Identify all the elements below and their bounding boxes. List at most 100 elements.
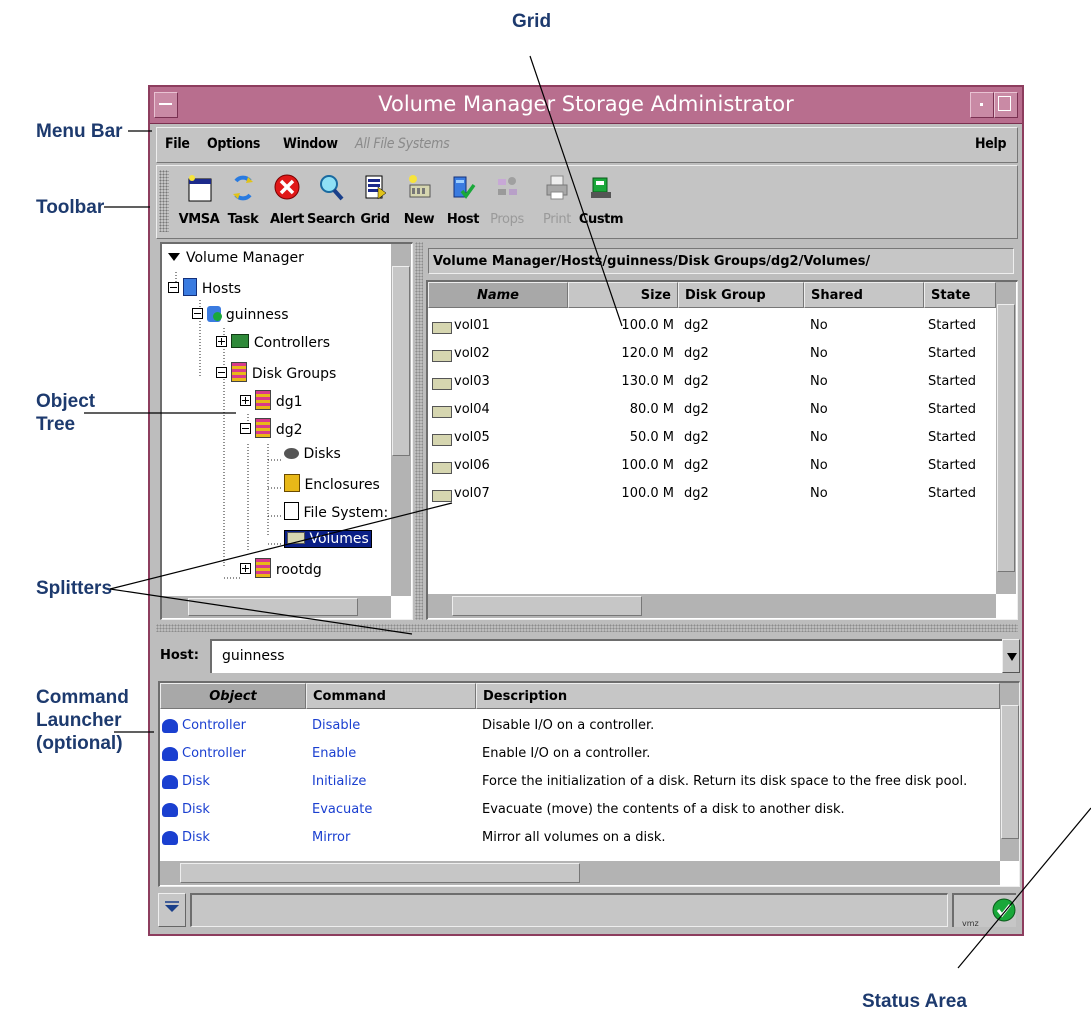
grid-row[interactable]: vol05 50.0 M dg2 No Started xyxy=(428,428,994,452)
toolbar-button-alert[interactable]: Alert xyxy=(265,170,309,232)
toolbar-button-custm[interactable]: Custm xyxy=(579,170,624,232)
tree-item-guinness[interactable]: guinness xyxy=(192,306,289,323)
expand-box-icon[interactable] xyxy=(240,395,251,406)
grid-row[interactable]: vol02 120.0 M dg2 No Started xyxy=(428,344,994,368)
toolbar-button-search[interactable]: Search xyxy=(307,170,355,232)
host-selector: Host: guinness xyxy=(156,636,1020,676)
grid-vscroll-thumb[interactable] xyxy=(997,304,1015,572)
expand-box-icon[interactable] xyxy=(240,563,251,574)
menu-file[interactable]: File xyxy=(165,136,190,152)
grid-row[interactable]: vol06 100.0 M dg2 No Started xyxy=(428,456,994,480)
command-object-link[interactable]: Disk xyxy=(182,774,210,789)
grid-row[interactable]: vol04 80.0 M dg2 No Started xyxy=(428,400,994,424)
tree-item-volumes-selected[interactable]: Volumes xyxy=(284,530,372,548)
tree-label-disk-groups: Disk Groups xyxy=(251,366,337,382)
cmd-horizontal-scrollbar[interactable] xyxy=(160,861,1000,885)
command-action-link[interactable]: Disable xyxy=(312,718,360,733)
tree-item-controllers[interactable]: Controllers xyxy=(216,334,330,351)
collapse-triangle-icon[interactable] xyxy=(168,253,180,261)
callout-object-tree-line2: Tree xyxy=(36,414,76,435)
volume-icon xyxy=(432,378,452,390)
callout-command-line3: (optional) xyxy=(36,733,123,754)
tree-item-dg1[interactable]: dg1 xyxy=(240,390,303,410)
status-arrow-icon xyxy=(165,901,179,912)
grid-header-disk-group[interactable]: Disk Group xyxy=(678,282,804,308)
collapse-box-icon[interactable] xyxy=(216,367,227,378)
command-action-link[interactable]: Evacuate xyxy=(312,802,372,817)
command-action-link[interactable]: Enable xyxy=(312,746,356,761)
toolbar-label-custm: Custm xyxy=(578,212,624,227)
toolbar-button-task[interactable]: Task xyxy=(221,170,265,232)
menu-options[interactable]: Options xyxy=(207,136,260,152)
toolbar-button-host[interactable]: Host xyxy=(441,170,485,232)
tree-item-volume-manager[interactable]: Volume Manager xyxy=(168,250,304,266)
command-object-link[interactable]: Disk xyxy=(182,802,210,817)
command-row[interactable]: Controller Disable Disable I/O on a contro… xyxy=(160,715,998,739)
volume-icon xyxy=(432,434,452,446)
grid-header-state[interactable]: State xyxy=(924,282,996,308)
collapse-box-icon[interactable] xyxy=(240,423,251,434)
collapse-box-icon[interactable] xyxy=(192,308,203,319)
maximize-button[interactable] xyxy=(994,92,1018,118)
cmd-header-command[interactable]: Command xyxy=(306,683,476,709)
callout-grid: Grid xyxy=(512,11,552,32)
grid-row[interactable]: vol01 100.0 M dg2 No Started xyxy=(428,316,994,340)
volume-shared-cell: No xyxy=(810,402,828,417)
menu-all-file-systems[interactable]: All File Systems xyxy=(355,136,450,152)
vmsa-window: Volume Manager Storage Administrator Fil… xyxy=(148,85,1024,936)
cmd-vertical-scrollbar[interactable] xyxy=(1000,683,1019,861)
tree-item-file-systems[interactable]: File System: xyxy=(284,502,388,521)
title-bar[interactable]: Volume Manager Storage Administrator xyxy=(150,87,1022,124)
grid-header-name[interactable]: Name xyxy=(428,282,568,308)
menu-help[interactable]: Help xyxy=(975,136,1007,152)
grid-header-shared[interactable]: Shared xyxy=(804,282,924,308)
cmd-hscroll-thumb[interactable] xyxy=(180,863,580,883)
toolbar-button-new[interactable]: New xyxy=(397,170,441,232)
tree-item-disk-groups[interactable]: Disk Groups xyxy=(216,362,336,382)
menu-window[interactable]: Window xyxy=(283,136,338,152)
command-action-link[interactable]: Initialize xyxy=(312,774,366,789)
tree-item-rootdg[interactable]: rootdg xyxy=(240,558,322,578)
tree-item-hosts[interactable]: Hosts xyxy=(168,278,241,297)
grid-row[interactable]: vol07 100.0 M dg2 No Started xyxy=(428,484,994,508)
command-object-link[interactable]: Controller xyxy=(182,746,246,761)
minimize-button[interactable] xyxy=(970,92,994,118)
tree-hscroll-thumb[interactable] xyxy=(188,598,358,616)
toolbar-button-props[interactable]: Props xyxy=(485,170,529,232)
expand-box-icon[interactable] xyxy=(216,336,227,347)
tree-item-enclosures[interactable]: Enclosures xyxy=(284,474,380,493)
command-action-link[interactable]: Mirror xyxy=(312,830,350,845)
cmd-vscroll-thumb[interactable] xyxy=(1001,705,1019,839)
grid-row[interactable]: vol03 130.0 M dg2 No Started xyxy=(428,372,994,396)
tree-horizontal-scrollbar[interactable] xyxy=(162,596,391,618)
tree-vertical-scrollbar[interactable] xyxy=(391,244,411,596)
grid-hscroll-thumb[interactable] xyxy=(452,596,642,616)
command-row[interactable]: Disk Evacuate Evacuate (move) the contents… xyxy=(160,799,998,823)
toolbar-grip[interactable] xyxy=(159,170,169,232)
command-row[interactable]: Controller Enable Enable I/O on a controll… xyxy=(160,743,998,767)
host-input[interactable]: guinness xyxy=(210,639,1002,673)
command-row[interactable]: Disk Mirror Mirror all volumes on a disk. xyxy=(160,827,998,851)
host-dropdown-button[interactable] xyxy=(1002,639,1020,673)
collapse-box-icon[interactable] xyxy=(168,282,179,293)
cmd-header-description[interactable]: Description xyxy=(476,683,1000,709)
grid-vertical-scrollbar[interactable] xyxy=(996,282,1016,594)
toolbar-button-vmsa[interactable]: VMSA xyxy=(177,170,221,232)
toolbar-button-print[interactable]: Print xyxy=(535,170,579,232)
vertical-splitter[interactable] xyxy=(415,242,423,620)
volume-shared-cell: No xyxy=(810,458,828,473)
command-description: Evacuate (move) the contents of a disk t… xyxy=(482,802,845,817)
tree-item-disks[interactable]: Disks xyxy=(284,446,341,462)
callout-command-line2: Launcher xyxy=(36,710,122,731)
tree-vscroll-thumb[interactable] xyxy=(392,266,410,456)
horizontal-splitter[interactable] xyxy=(156,624,1018,632)
tree-item-dg2[interactable]: dg2 xyxy=(240,418,303,438)
command-row[interactable]: Disk Initialize Force the initialization o… xyxy=(160,771,998,795)
status-menu-button[interactable] xyxy=(158,893,186,927)
grid-horizontal-scrollbar[interactable] xyxy=(428,594,996,618)
cmd-header-object[interactable]: Object xyxy=(160,683,306,709)
toolbar-button-grid[interactable]: Grid xyxy=(353,170,397,232)
command-object-link[interactable]: Controller xyxy=(182,718,246,733)
command-object-link[interactable]: Disk xyxy=(182,830,210,845)
grid-header-size[interactable]: Size xyxy=(568,282,678,308)
